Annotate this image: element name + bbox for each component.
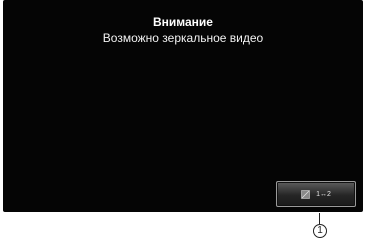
warning-title: Внимание <box>153 15 213 29</box>
display-screen: Внимание Возможно зеркальное видео 1↔2 <box>3 0 363 212</box>
camera-swap-button[interactable]: 1↔2 <box>276 181 356 207</box>
warning-message: Возможно зеркальное видео <box>102 31 264 45</box>
callout-leader-line <box>319 213 320 224</box>
callout-marker: 1 <box>313 224 327 238</box>
camera-swap-icon <box>301 189 310 199</box>
camera-swap-label: 1↔2 <box>316 190 331 198</box>
